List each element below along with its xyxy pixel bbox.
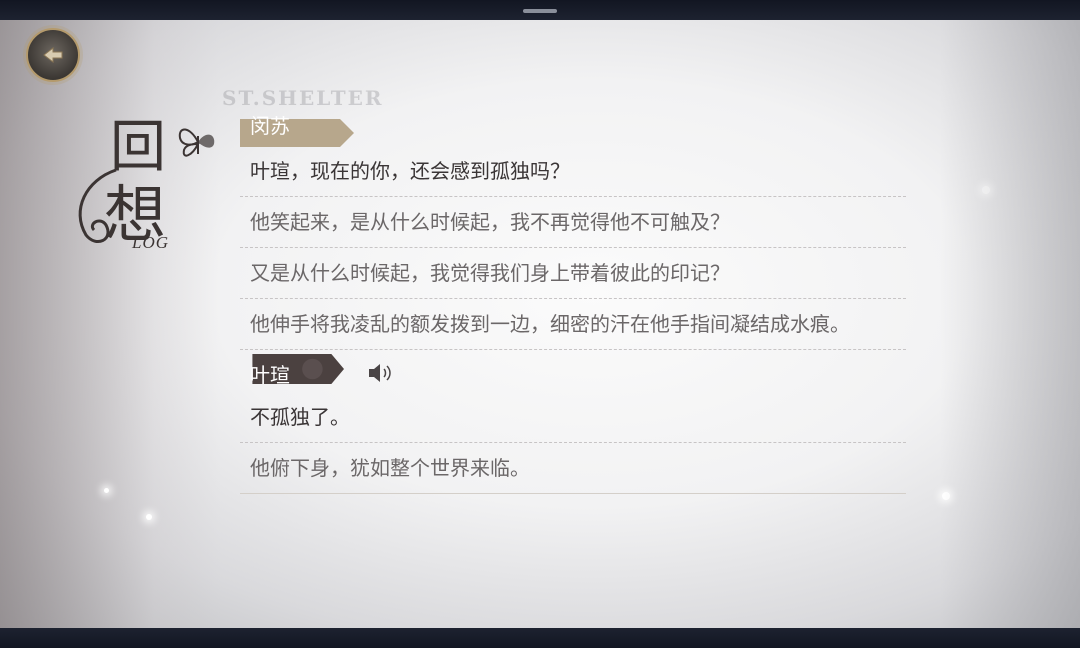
sparkle-decoration <box>942 492 950 500</box>
title-log-label: LOG <box>132 233 170 252</box>
speaker-name: 闵苏 <box>250 113 290 138</box>
log-line: 叶瑄，现在的你，还会感到孤独吗？ <box>240 146 906 197</box>
log-title: 回 想 LOG <box>66 100 226 260</box>
watermark-text: ST.SHELTER <box>222 86 384 110</box>
speaker-icon[interactable] <box>366 360 394 386</box>
pull-handle[interactable] <box>523 9 557 13</box>
speaker-name: 叶瑄 <box>250 362 290 387</box>
butterfly-icon <box>178 128 215 157</box>
log-list[interactable]: 闵苏 叶瑄，现在的你，还会感到孤独吗？ 他笑起来，是从什么时候起，我不再觉得他不… <box>240 114 906 494</box>
top-bar <box>0 0 1080 20</box>
log-line: 他俯下身，犹如整个世界来临。 <box>240 443 906 494</box>
back-button[interactable] <box>26 28 80 82</box>
sparkle-decoration <box>104 488 109 493</box>
sparkle-decoration <box>982 186 990 194</box>
log-line: 又是从什么时候起，我觉得我们身上带着彼此的印记？ <box>240 248 906 299</box>
bottom-bar <box>0 628 1080 648</box>
game-screen: ST.SHELTER 回 想 LOG 闵苏 叶瑄，现在的你，还会感到孤独吗？ 他… <box>0 0 1080 648</box>
speaker-tag: 闵苏 <box>240 114 906 147</box>
sparkle-decoration <box>146 514 152 520</box>
back-emblem-icon <box>43 46 63 64</box>
log-line: 他笑起来，是从什么时候起，我不再觉得他不可触及？ <box>240 197 906 248</box>
speaker-tag: 叶瑄 <box>240 354 906 392</box>
log-line: 不孤独了。 <box>240 392 906 443</box>
log-line: 他伸手将我凌乱的额发拨到一边，细密的汗在他手指间凝结成水痕。 <box>240 299 906 350</box>
